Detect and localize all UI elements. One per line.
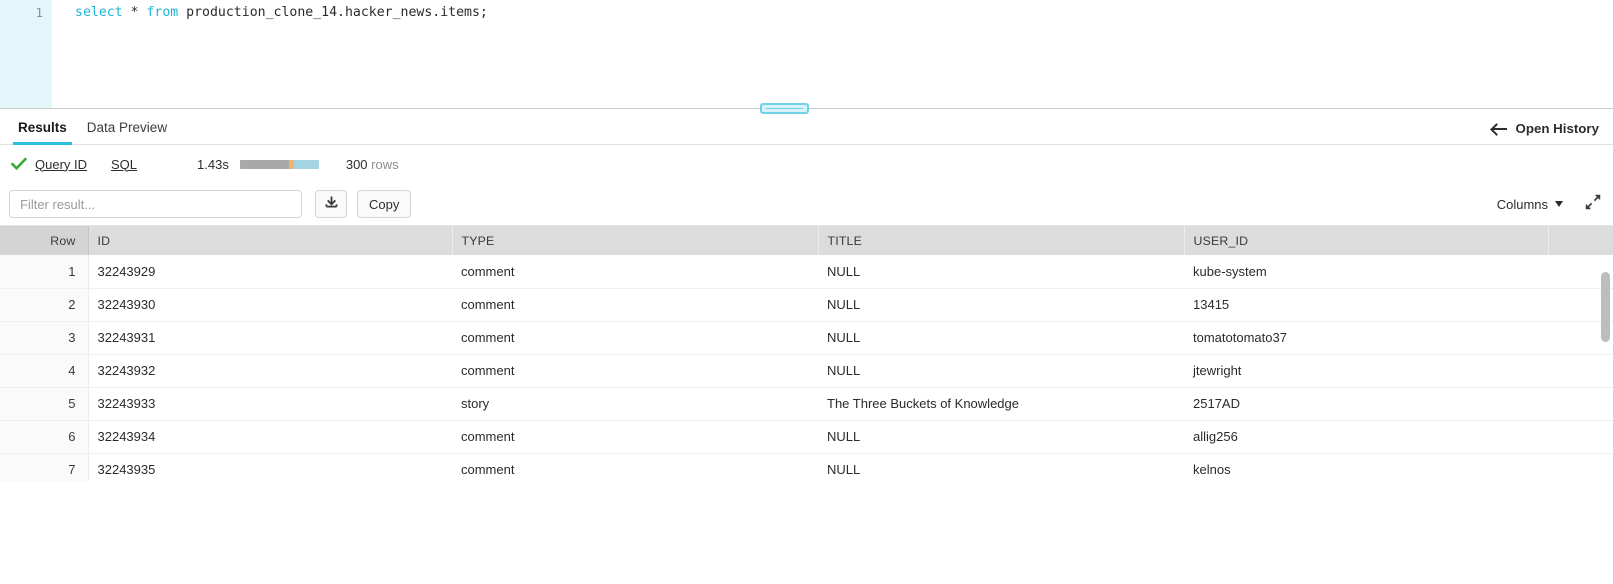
cell-type[interactable]: comment (452, 255, 818, 289)
row-count-value: 300 (345, 156, 368, 172)
sql-editor[interactable]: 1 select * from production_clone_14.hack… (0, 0, 1613, 108)
cell-row-number: 1 (0, 255, 89, 289)
check-icon (10, 155, 28, 173)
expand-icon[interactable] (1585, 194, 1601, 215)
vertical-scrollbar-thumb[interactable] (1601, 272, 1610, 342)
toolbar-right-group: Columns (1497, 194, 1601, 215)
tab-data-preview[interactable]: Data Preview (77, 120, 177, 144)
sql-token-keyword-select: select (75, 5, 123, 20)
download-icon (324, 195, 339, 213)
cell-title[interactable]: NULL (818, 321, 1184, 355)
results-grid[interactable]: Row ID TYPE TITLE USER_ID 1 32243929 com… (0, 225, 1613, 481)
columns-dropdown[interactable]: Columns (1497, 197, 1563, 212)
cell-id[interactable]: 32243931 (88, 321, 452, 355)
cell-user-id[interactable]: allig256 (1184, 420, 1548, 454)
query-id-link[interactable]: Query ID (35, 157, 87, 172)
cell-user-id[interactable]: kelnos (1184, 453, 1548, 481)
cell-type[interactable]: comment (452, 453, 818, 481)
vertical-scrollbar[interactable] (1601, 257, 1610, 479)
sql-token-keyword-from: from (146, 5, 179, 20)
table-row[interactable]: 7 32243935 comment NULL kelnos (0, 453, 1613, 481)
chevron-down-icon (1555, 201, 1563, 207)
tab-results[interactable]: Results (8, 120, 77, 145)
cell-row-number: 3 (0, 321, 89, 355)
cell-type[interactable]: comment (452, 354, 818, 388)
column-header-title[interactable]: TITLE (818, 226, 1185, 255)
cell-row-number: 4 (0, 354, 89, 388)
filter-result-input[interactable] (9, 190, 302, 218)
cell-type[interactable]: comment (452, 420, 818, 454)
line-number: 1 (35, 5, 43, 20)
row-count-label: rows (371, 156, 399, 172)
cell-id[interactable]: 32243935 (88, 453, 452, 481)
row-count: 300 rows (346, 157, 399, 172)
cell-user-id[interactable]: 2517AD (1184, 387, 1548, 421)
arrow-left-icon (1491, 123, 1508, 135)
results-toolbar: Copy Columns (0, 183, 1613, 225)
copy-button[interactable]: Copy (357, 190, 412, 218)
tab-results-label: Results (18, 120, 67, 135)
cell-type[interactable]: comment (452, 321, 818, 355)
table-row[interactable]: 1 32243929 comment NULL kube-system (0, 255, 1613, 289)
cell-row-number: 2 (0, 288, 89, 322)
cell-id[interactable]: 32243930 (88, 288, 452, 322)
cell-title[interactable]: NULL (818, 420, 1184, 454)
sql-query-line: select * from production_clone_14.hacker… (75, 3, 1613, 22)
cell-title[interactable]: NULL (818, 354, 1184, 388)
cell-row-number: 7 (0, 453, 89, 481)
progress-segment-blue (293, 159, 319, 169)
download-button[interactable] (315, 190, 347, 218)
query-progress-bar (239, 159, 319, 169)
editor-gutter: 1 (0, 0, 52, 108)
results-table: Row ID TYPE TITLE USER_ID 1 32243929 com… (0, 226, 1613, 481)
editor-code-area[interactable]: select * from production_clone_14.hacker… (52, 0, 1613, 108)
column-header-id[interactable]: ID (88, 226, 453, 255)
table-body: 1 32243929 comment NULL kube-system 2 32… (0, 255, 1613, 481)
cell-type[interactable]: story (452, 387, 818, 421)
column-header-type[interactable]: TYPE (452, 226, 819, 255)
columns-label: Columns (1496, 196, 1548, 212)
sql-link[interactable]: SQL (111, 157, 137, 172)
cell-id[interactable]: 32243932 (88, 354, 452, 388)
cell-id[interactable]: 32243934 (88, 420, 452, 454)
query-status-row: Query ID SQL 1.43s 300 rows (0, 145, 1613, 183)
column-header-row[interactable]: Row (0, 226, 89, 255)
cell-title[interactable]: NULL (818, 453, 1184, 481)
table-row[interactable]: 4 32243932 comment NULL jtewright (0, 354, 1613, 388)
open-history-button[interactable]: Open History (1491, 121, 1600, 136)
cell-title[interactable]: NULL (818, 288, 1184, 322)
table-row[interactable]: 5 32243933 story The Three Buckets of Kn… (0, 387, 1613, 421)
cell-type[interactable]: comment (452, 288, 818, 322)
cell-row-number: 5 (0, 387, 89, 421)
cell-title[interactable]: The Three Buckets of Knowledge (818, 387, 1184, 421)
tab-data-preview-label: Data Preview (86, 120, 168, 135)
table-row[interactable]: 3 32243931 comment NULL tomatotomato37 (0, 321, 1613, 355)
cell-user-id[interactable]: 13415 (1184, 288, 1548, 322)
cell-row-number: 6 (0, 420, 89, 454)
column-header-pad (1548, 226, 1613, 255)
table-header-row: Row ID TYPE TITLE USER_ID (0, 226, 1613, 255)
elapsed-time: 1.43s (197, 156, 229, 172)
progress-segment-gray (239, 159, 289, 169)
results-tabbar: Results Data Preview Open History (0, 109, 1613, 145)
cell-title[interactable]: NULL (818, 255, 1184, 289)
cell-id[interactable]: 32243933 (88, 387, 452, 421)
column-header-user-id[interactable]: USER_ID (1184, 226, 1549, 255)
sql-token-star: * (122, 5, 147, 20)
table-row[interactable]: 2 32243930 comment NULL 13415 (0, 288, 1613, 322)
table-row[interactable]: 6 32243934 comment NULL allig256 (0, 420, 1613, 454)
cell-user-id[interactable]: kube-system (1184, 255, 1548, 289)
cell-user-id[interactable]: tomatotomato37 (1184, 321, 1548, 355)
cell-user-id[interactable]: jtewright (1184, 354, 1548, 388)
open-history-label: Open History (1515, 121, 1600, 136)
cell-id[interactable]: 32243929 (88, 255, 452, 289)
sql-token-table-path: production_clone_14.hacker_news.items; (178, 5, 488, 20)
